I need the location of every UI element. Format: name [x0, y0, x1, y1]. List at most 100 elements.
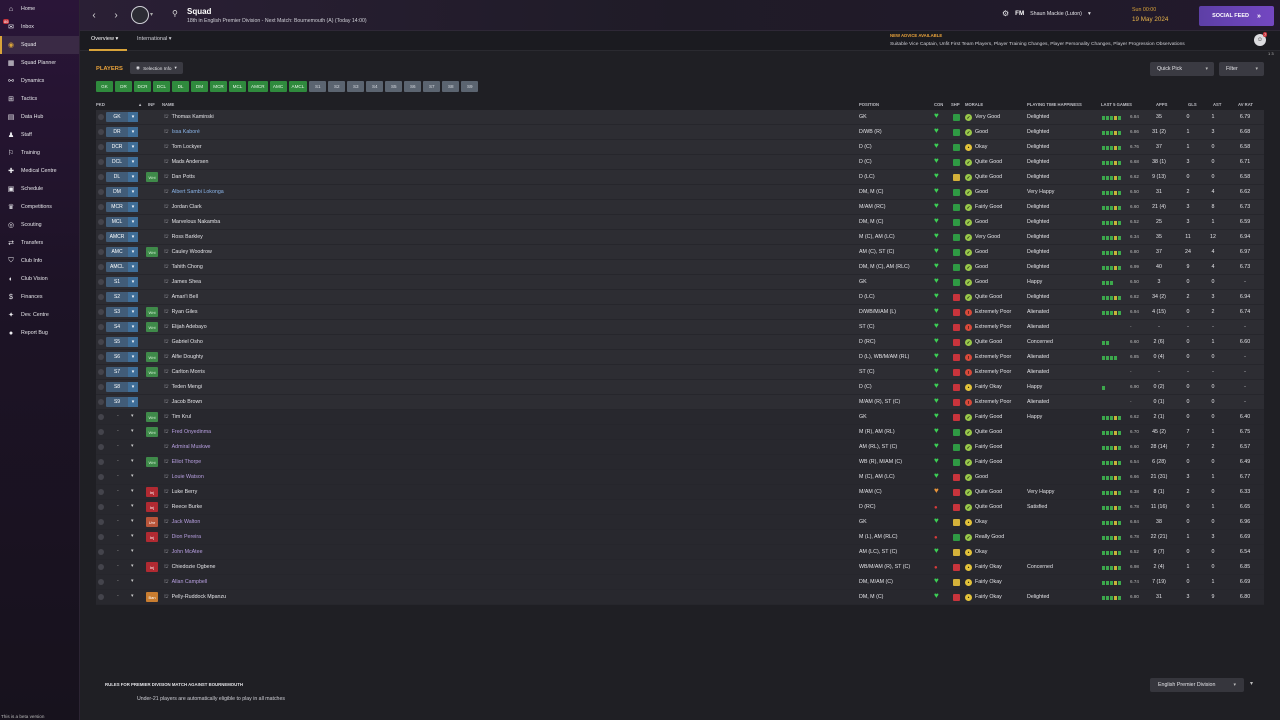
table-row[interactable]: - ▾ Inj ⛫ Chiedozie Ogbene WB/M/AM (R), ST (C… — [96, 560, 1264, 575]
table-row[interactable]: GK ▾ ⛫ Thomas Kaminski GK ♥ ✓ Very Good Delighte… — [96, 110, 1264, 125]
status-badge[interactable]: Wnt — [146, 412, 158, 422]
row-select-icon[interactable] — [98, 414, 104, 420]
player-name[interactable]: ⛫ James Shea — [164, 279, 201, 286]
quick-pick-button[interactable]: Quick Pick ▾ — [1150, 62, 1214, 76]
chevron-down-icon[interactable]: ▾ — [128, 112, 138, 122]
sidebar-item-report-bug[interactable]: ● Report Bug — [0, 324, 79, 342]
chevron-down-icon[interactable]: ▾ — [1205, 66, 1208, 72]
chevron-down-icon[interactable]: ▾ — [131, 593, 134, 599]
table-row[interactable]: - ▾ Inj ⛫ Reece Burke D (RC) ● ✓ Quite Good Satis… — [96, 500, 1264, 515]
chevron-down-icon[interactable]: ▾ — [128, 202, 138, 212]
chevron-down-icon[interactable]: ▾ — [150, 11, 153, 18]
status-badge[interactable]: Wnt — [146, 247, 158, 257]
chevron-down-icon[interactable]: ▾ — [131, 413, 134, 419]
player-name[interactable]: ⛫ Alfie Doughty — [164, 354, 203, 361]
col-morale[interactable]: MORALE — [965, 102, 983, 107]
row-select-icon[interactable] — [98, 114, 104, 120]
sidebar-item-training[interactable]: ⚐ Training — [0, 144, 79, 162]
status-badge[interactable]: Wnt — [146, 367, 158, 377]
status-badge[interactable]: Wnt — [146, 457, 158, 467]
table-row[interactable]: S2 ▾ ⛫ Amari'i Bell D (LC) ♥ ✓ Quite Good Deligh… — [96, 290, 1264, 305]
row-select-icon[interactable] — [98, 459, 104, 465]
sub-chip[interactable]: S4 — [366, 81, 384, 92]
player-name[interactable]: ⛫ Jack Walton — [164, 519, 200, 526]
row-select-icon[interactable] — [98, 594, 104, 600]
status-badge[interactable]: Wnt — [146, 172, 158, 182]
player-name[interactable]: ⛫ Admiral Muskwe — [164, 444, 210, 451]
player-name[interactable]: ⛫ Albert Sambi Lokonga — [164, 189, 224, 196]
table-row[interactable]: S5 ▾ ⛫ Gabriel Osho D (RC) ♥ ✓ Quite Good Concer… — [96, 335, 1264, 350]
player-name[interactable]: ⛫ Issa Kaboré — [164, 129, 200, 136]
col-con[interactable]: CON — [934, 102, 943, 107]
sidebar-item-dynamics[interactable]: ⚯ Dynamics — [0, 72, 79, 90]
chevron-down-icon[interactable]: ▾ — [131, 473, 134, 479]
status-badge[interactable]: Ban — [146, 592, 158, 602]
player-name[interactable]: ⛫ Mads Andersen — [164, 159, 208, 166]
row-select-icon[interactable] — [98, 564, 104, 570]
table-row[interactable]: - ▾ ⛫ Louie Watson M (C), AM (LC) ♥ ✓ Good 6.66 2… — [96, 470, 1264, 485]
chevron-down-icon[interactable]: ▾ — [128, 217, 138, 227]
player-name[interactable]: ⛫ Tom Lockyer — [164, 144, 202, 151]
player-name[interactable]: ⛫ Gabriel Osho — [164, 339, 203, 346]
row-select-icon[interactable] — [98, 579, 104, 585]
chevron-down-icon[interactable]: ▾ — [128, 367, 138, 377]
chevron-down-icon[interactable]: ▾ — [131, 443, 134, 449]
row-select-icon[interactable] — [98, 279, 104, 285]
chevron-down-icon[interactable]: ▾ — [131, 503, 134, 509]
sidebar-item-squad[interactable]: ◉ Squad — [0, 36, 79, 54]
table-row[interactable]: DM ▾ ⛫ Albert Sambi Lokonga DM, M (C) ♥ ✓ Good V… — [96, 185, 1264, 200]
advice-panel[interactable]: NEW ADVICE AVAILABLE Suitable Vice Capta… — [890, 33, 1185, 47]
player-name[interactable]: ⛫ Jordan Clark — [164, 204, 202, 211]
player-name[interactable]: ⛫ Tahith Chong — [164, 264, 203, 271]
chevron-down-icon[interactable]: ▾ — [128, 352, 138, 362]
sidebar-item-finances[interactable]: $ Finances — [0, 288, 79, 306]
settings-icon[interactable]: ⚙ — [1002, 9, 1009, 18]
table-row[interactable]: - ▾ ⛫ Allan Campbell DM, M/AM (C) ♥ • Fairly Ok… — [96, 575, 1264, 590]
row-select-icon[interactable] — [98, 504, 104, 510]
player-name[interactable]: ⛫ Tim Krul — [164, 414, 191, 421]
player-name[interactable]: ⛫ Jacob Brown — [164, 399, 202, 406]
table-row[interactable]: - ▾ Unr ⛫ Jack Walton GK ♥ • Okay 6.84 38 0 0 6.96 — [96, 515, 1264, 530]
chevron-down-icon[interactable]: ▾ — [131, 518, 134, 524]
chevron-down-icon[interactable]: ▾ — [131, 488, 134, 494]
row-select-icon[interactable] — [98, 249, 104, 255]
player-name[interactable]: ⛫ Amari'i Bell — [164, 294, 198, 301]
col-last-5[interactable]: LAST 5 GAMES — [1101, 102, 1132, 107]
table-row[interactable]: - ▾ Ban ⛫ Pelly-Ruddock Mpanzu DM, M (C) ♥ • Fai… — [96, 590, 1264, 605]
chevron-down-icon[interactable]: ▾ — [128, 172, 138, 182]
chevron-down-icon[interactable]: ▾ — [131, 548, 134, 554]
chevron-down-icon[interactable]: ▾ — [131, 533, 134, 539]
table-row[interactable]: DL ▾ Wnt ⛫ Dan Potts D (LC) ♥ ✓ Quite Good Deligh… — [96, 170, 1264, 185]
position-chip[interactable]: DL — [172, 81, 189, 92]
table-row[interactable]: S7 ▾ Wnt ⛫ Carlton Morris ST (C) ♥! Extremely P… — [96, 365, 1264, 380]
sidebar-item-staff[interactable]: ♟ Staff — [0, 126, 79, 144]
league-select[interactable]: English Premier Division ▾ — [1150, 678, 1244, 692]
sidebar-item-tactics[interactable]: ⊞ Tactics — [0, 90, 79, 108]
col-gls[interactable]: GLS — [1188, 102, 1197, 107]
status-badge[interactable]: Wnt — [146, 322, 158, 332]
chevron-down-icon[interactable]: ▾ — [128, 232, 138, 242]
table-row[interactable]: DCL ▾ ⛫ Mads Andersen D (C) ♥ ✓ Quite Good Delig… — [96, 155, 1264, 170]
row-select-icon[interactable] — [98, 429, 104, 435]
col-av-rat[interactable]: AV RAT — [1238, 102, 1253, 107]
sidebar-item-transfers[interactable]: ⇄ Transfers — [0, 234, 79, 252]
col-inf[interactable]: INF — [148, 102, 155, 107]
status-badge[interactable]: Wnt — [146, 352, 158, 362]
row-select-icon[interactable] — [98, 129, 104, 135]
social-feed-button[interactable]: SOCIAL FEED » — [1199, 6, 1274, 26]
player-name[interactable]: ⛫ Chiedozie Ogbene — [164, 564, 216, 571]
chevron-down-icon[interactable]: ▾ — [128, 142, 138, 152]
table-row[interactable]: S3 ▾ Wnt ⛫ Ryan Giles D/WB/M/AM (L) ♥! Extremel… — [96, 305, 1264, 320]
sidebar-item-home[interactable]: ⌂ Home — [0, 0, 79, 18]
collapse-chevron-icon[interactable]: ▾ — [1250, 680, 1253, 687]
position-chip[interactable]: DM — [191, 81, 208, 92]
row-select-icon[interactable] — [98, 519, 104, 525]
chevron-down-icon[interactable]: ▾ — [1088, 11, 1091, 17]
row-select-icon[interactable] — [98, 159, 104, 165]
row-select-icon[interactable] — [98, 534, 104, 540]
table-row[interactable]: S1 ▾ ⛫ James Shea GK ♥ ✓ Good Happy 6.50 3 0 0 - — [96, 275, 1264, 290]
player-name[interactable]: ⛫ Ryan Giles — [164, 309, 198, 316]
row-select-icon[interactable] — [98, 399, 104, 405]
sub-chip[interactable]: S8 — [442, 81, 460, 92]
manager-name[interactable]: Shaun Mackie (Luton) — [1030, 11, 1082, 17]
